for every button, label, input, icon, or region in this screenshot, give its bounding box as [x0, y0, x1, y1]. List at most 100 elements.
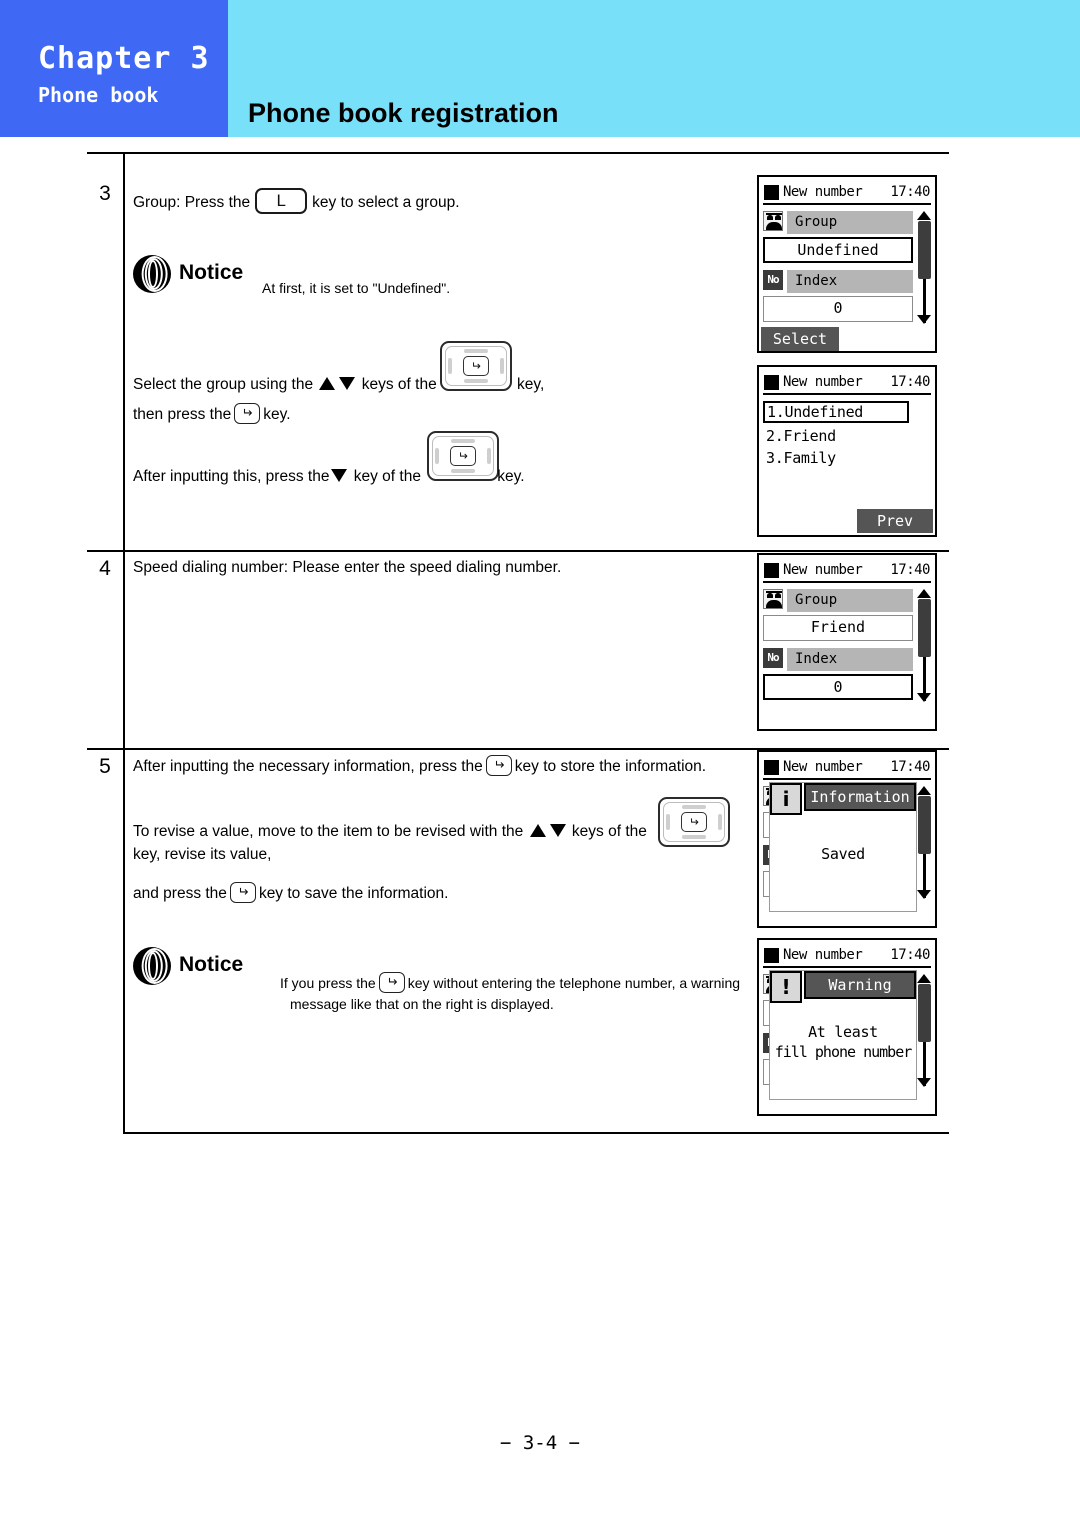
status-square-icon-4 — [764, 760, 779, 775]
down-arrow-icon-2 — [331, 469, 348, 482]
down-arrow-icon-3 — [549, 824, 566, 837]
step3-line3: then press the key. — [133, 403, 291, 425]
group-icon-2 — [763, 589, 783, 609]
up-arrow-icon-1 — [319, 377, 336, 390]
lcd1-clock: 17:40 — [890, 184, 930, 200]
lcd3-title: New number — [783, 562, 863, 578]
status-square-icon-5 — [764, 948, 779, 963]
lcd-screen-information: New number 17:40 No i Information Saved — [757, 750, 937, 928]
notice-label-2: Notice — [179, 953, 244, 976]
step5-line4-b: key to save the information. — [258, 885, 449, 902]
step5-line1-b: key to store the information. — [514, 758, 707, 775]
page-header: Chapter 3 Phone book Phone book registra… — [0, 0, 1080, 137]
notice-text-2-line2: message like that on the right is displa… — [290, 996, 554, 1012]
step5-line2-b: keys of the — [571, 823, 647, 840]
up-arrow-icon-2 — [529, 824, 546, 837]
scroll-down-arrow-3[interactable] — [917, 890, 931, 899]
scrollbar-thumb-2[interactable] — [918, 599, 931, 657]
step3-line1-b: key to select a group. — [312, 194, 460, 211]
lcd4-titlebar: New number 17:40 — [763, 756, 931, 780]
lcd3-row-group-value[interactable]: Friend — [763, 615, 913, 641]
status-square-icon-1 — [764, 185, 779, 200]
information-dialog: i Information Saved — [769, 782, 917, 912]
scroll-up-arrow-2[interactable] — [917, 589, 931, 598]
step5-line1: After inputting the necessary informatio… — [133, 755, 706, 777]
enter-key-icon-4 — [378, 972, 405, 993]
lcd1-row-index-value[interactable]: 0 — [763, 296, 913, 322]
lcd3-row-index-label: Index — [787, 648, 913, 671]
scroll-up-arrow-3[interactable] — [917, 786, 931, 795]
lcd4-title: New number — [783, 759, 863, 775]
group-list-item-2[interactable]: 2.Friend — [766, 427, 836, 445]
warning-dialog-message-2: fill phone number — [774, 1043, 913, 1061]
step5-line2-a: To revise a value, move to the item to b… — [133, 823, 524, 840]
lcd1-row-group-label: Group — [787, 211, 913, 234]
group-list-item-3[interactable]: 3.Family — [766, 449, 836, 467]
step3-line4-c: key. — [497, 468, 525, 485]
step3-line4-b: key of the — [353, 468, 421, 485]
lcd3-titlebar: New number 17:40 — [763, 559, 931, 583]
down-arrow-icon-1 — [339, 377, 356, 390]
notice2-text-a: If you press the — [280, 975, 376, 991]
step3-line2-c: key, — [517, 376, 545, 393]
step5-line2: To revise a value, move to the item to b… — [133, 822, 647, 842]
step3-line3-b: key. — [263, 406, 291, 423]
step-number-5: 5 — [99, 755, 111, 778]
scrollbar-thumb-3[interactable] — [918, 796, 931, 854]
step5-line3: key, revise its value, — [133, 846, 272, 863]
no-icon-1: No — [763, 270, 783, 290]
page-footer: − 3-4 − — [499, 1432, 581, 1454]
lcd5-titlebar: New number 17:40 — [763, 944, 931, 968]
scroll-down-arrow-1[interactable] — [917, 315, 931, 324]
notice-speaker-icon — [133, 255, 171, 293]
row-divider-3-4 — [87, 550, 949, 552]
notice-label-1: Notice — [179, 261, 244, 284]
navigation-pad-key-icon-3 — [658, 797, 730, 847]
manual-page: Chapter 3 Phone book Phone book registra… — [0, 0, 1080, 1527]
enter-key-icon-3 — [229, 882, 256, 903]
step3-line1-a: Group: Press the — [133, 194, 251, 211]
notice-speaker-icon-2 — [133, 947, 171, 985]
info-icon: i — [770, 783, 802, 815]
lcd3-row-group-label: Group — [787, 589, 913, 612]
chapter-subtitle: Phone book — [38, 83, 159, 107]
notice-text-2-line1: If you press the key without entering the… — [280, 972, 740, 994]
scrollbar-thumb-4[interactable] — [918, 984, 931, 1042]
step3-line3-a: then press the — [133, 406, 232, 423]
enter-key-icon-1 — [234, 403, 261, 424]
step5-line4-a: and press the — [133, 885, 227, 902]
scroll-up-arrow-4[interactable] — [917, 974, 931, 983]
status-square-icon-2 — [764, 375, 779, 390]
scroll-down-arrow-2[interactable] — [917, 693, 931, 702]
lcd2-title: New number — [783, 374, 863, 390]
scroll-down-arrow-4[interactable] — [917, 1078, 931, 1087]
notice-text-1: At first, it is set to "Undefined". — [262, 280, 451, 296]
step-number-4: 4 — [99, 557, 111, 580]
group-list-item-1[interactable]: 1.Undefined — [763, 401, 909, 423]
step3-line2-a: Select the group using the — [133, 376, 314, 393]
group-icon-1 — [763, 211, 783, 231]
step-number-3: 3 — [99, 182, 111, 205]
step3-line4: After inputting this, press the key of t… — [133, 467, 525, 487]
step5-line4: and press the key to save the information… — [133, 882, 448, 904]
softkey-select[interactable]: Select — [761, 327, 839, 351]
warning-dialog-title: Warning — [804, 971, 916, 999]
scroll-up-arrow-1[interactable] — [917, 211, 931, 220]
chapter-label: Chapter 3 — [38, 41, 210, 76]
information-dialog-message: Saved — [821, 845, 865, 863]
lcd1-title: New number — [783, 184, 863, 200]
lcd2-titlebar: New number 17:40 — [763, 371, 931, 395]
lcd-screen-group-list: New number 17:40 1.Undefined 2.Friend 3.… — [757, 365, 937, 537]
status-square-icon-3 — [764, 563, 779, 578]
lcd1-row-group-value[interactable]: Undefined — [763, 237, 913, 263]
scrollbar-thumb-1[interactable] — [918, 221, 931, 279]
softkey-prev[interactable]: Prev — [857, 509, 933, 533]
warning-dialog: ! Warning At least fill phone number — [769, 970, 917, 1100]
lcd1-row-index-label: Index — [787, 270, 913, 293]
step5-line1-a: After inputting the necessary informatio… — [133, 758, 483, 775]
enter-key-icon-2 — [485, 755, 512, 776]
step3-line4-a: After inputting this, press the — [133, 468, 330, 485]
lcd3-row-index-value[interactable]: 0 — [763, 674, 913, 700]
lcd5-clock: 17:40 — [890, 947, 930, 963]
step3-line2: Select the group using the keys of the k… — [133, 375, 544, 395]
